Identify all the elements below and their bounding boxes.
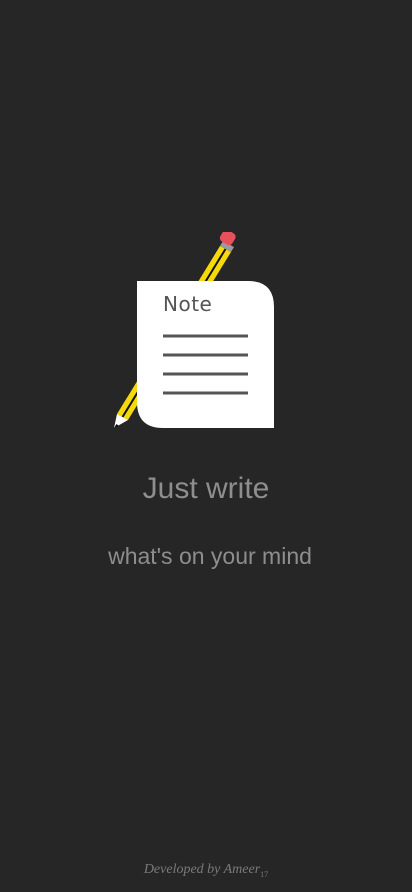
developer-credit: Developed by Ameer17 [0,862,412,879]
developer-credit-text: Developed by Ameer [143,862,261,877]
subline-text: what's on your mind [108,543,312,569]
headline-text: Just write [142,472,270,505]
note-pencil-logo-icon [114,232,274,428]
developer-credit-suffix: 17 [260,869,269,879]
splash-screen: Note Just write what's on your mind Deve… [0,0,412,892]
note-label: Note [163,292,213,316]
